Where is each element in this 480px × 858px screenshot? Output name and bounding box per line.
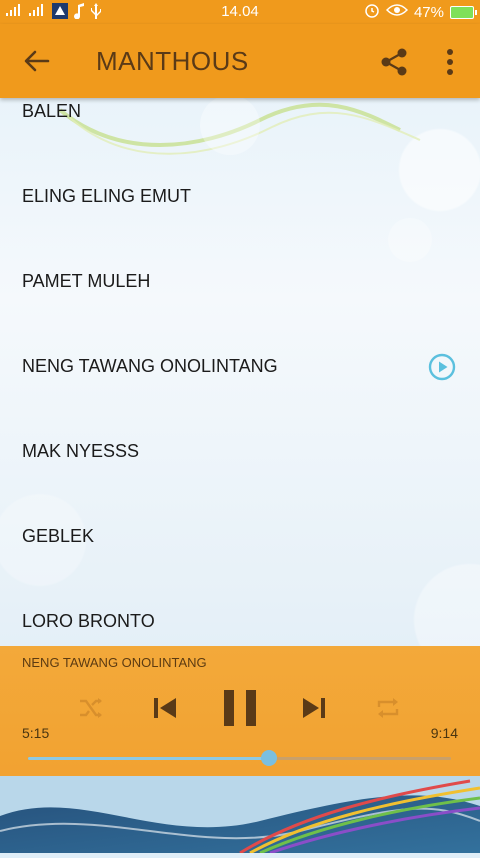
shuffle-icon (80, 698, 102, 718)
song-title: NENG TAWANG ONOLINTANG (22, 356, 278, 376)
song-title: PAMET MULEH (22, 271, 151, 291)
previous-button[interactable] (151, 694, 179, 727)
skip-previous-icon (154, 698, 176, 718)
shuffle-button[interactable] (78, 696, 104, 725)
song-title: GEBLEK (22, 526, 95, 546)
list-item[interactable]: BALEN (0, 99, 480, 184)
player-bar: NENG TAWANG ONOLINTANG 5:15 9:14 (0, 646, 480, 776)
more-options-button[interactable] (438, 46, 462, 78)
list-item[interactable]: MAK NYESSS (0, 439, 480, 524)
next-button[interactable] (300, 694, 328, 727)
eye-icon (385, 3, 409, 21)
pause-icon (224, 690, 256, 726)
list-item[interactable]: LORO BRONTO (0, 609, 480, 646)
song-list: BALEN ELING ELING EMUT PAMET MULEH NENG … (0, 98, 480, 646)
song-title: ELING ELING EMUT (22, 186, 192, 206)
back-button[interactable] (20, 44, 54, 78)
total-duration: 9:14 (430, 725, 458, 741)
bottom-wallpaper-art (0, 776, 480, 855)
repeat-icon (377, 698, 399, 718)
song-title: MAK NYESSS (22, 441, 140, 461)
seek-thumb[interactable] (261, 750, 278, 766)
more-vert-icon (447, 49, 453, 75)
share-icon (381, 48, 407, 76)
alarm-icon (364, 2, 380, 22)
battery-percent: 47% (413, 3, 444, 21)
list-item[interactable]: ELING ELING EMUT (0, 184, 480, 269)
back-arrow-icon (24, 50, 50, 72)
status-bar: 14.04 47% (0, 0, 480, 24)
seek-progress (28, 757, 270, 760)
elapsed-time: 5:15 (22, 725, 50, 741)
seek-bar[interactable] (28, 750, 451, 766)
song-title: LORO BRONTO (22, 611, 155, 631)
share-button[interactable] (378, 46, 410, 78)
app-bar: MANTHOUS (0, 24, 480, 98)
play-circle-icon[interactable] (428, 353, 456, 381)
now-playing-title: NENG TAWANG ONOLINTANG (22, 655, 207, 670)
list-item[interactable]: NENG TAWANG ONOLINTANG (0, 353, 480, 439)
list-item[interactable]: PAMET MULEH (0, 269, 480, 354)
list-item[interactable]: GEBLEK (0, 524, 480, 609)
pause-button[interactable] (222, 688, 258, 733)
song-title: BALEN (22, 101, 82, 121)
repeat-button[interactable] (375, 696, 401, 725)
page-title: MANTHOUS (96, 46, 249, 76)
battery-icon (450, 5, 477, 19)
skip-next-icon (303, 698, 325, 718)
